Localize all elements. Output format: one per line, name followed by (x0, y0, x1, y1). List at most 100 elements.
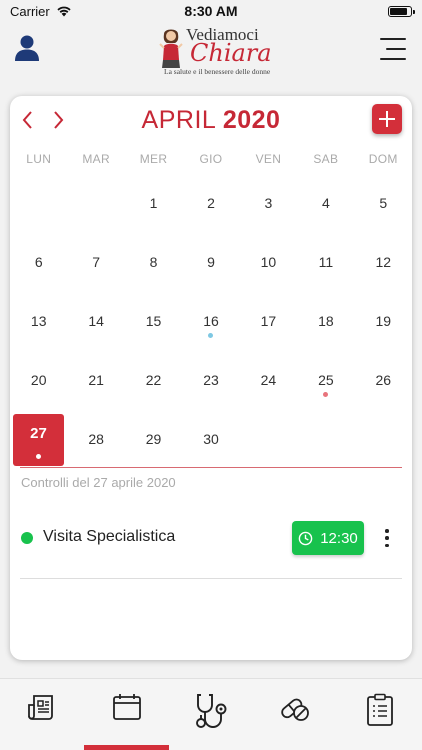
calendar-day-number: 13 (30, 313, 47, 329)
add-event-button[interactable] (372, 104, 402, 134)
calendar-icon (112, 694, 141, 720)
appointment-row[interactable]: Visita Specialistica 12:30 (20, 516, 402, 560)
tab-news[interactable] (0, 679, 84, 750)
calendar-day-number: 9 (207, 254, 215, 270)
tab-calendar[interactable] (84, 679, 168, 750)
calendar-day-number: 21 (88, 372, 104, 388)
tab-visits[interactable] (169, 679, 253, 750)
more-options-icon[interactable] (382, 526, 392, 550)
appointment-time-button[interactable]: 12:30 (292, 521, 364, 555)
calendar-day-number: 17 (260, 313, 277, 329)
calendar-day[interactable]: 16 (182, 292, 239, 350)
calendar-day-number: 28 (88, 431, 104, 447)
month-name: APRIL (141, 106, 216, 134)
calendar-day[interactable]: 6 (10, 233, 67, 291)
carrier-label: Carrier (10, 3, 50, 19)
tab-reports[interactable] (338, 679, 422, 750)
logo-figure-icon (159, 29, 183, 68)
section-divider (20, 467, 402, 468)
tab-medicines[interactable] (253, 679, 337, 750)
calendar-card: APRIL 2020 LUN MAR MER GIO VEN SAB DOM 1… (10, 96, 412, 660)
calendar-day-number: 25 (318, 372, 334, 388)
user-icon[interactable] (14, 34, 40, 62)
weekday-label: VEN (255, 152, 282, 166)
news-icon (28, 695, 54, 720)
appointment-title: Visita Specialistica (43, 528, 176, 545)
calendar-day-number: 5 (379, 195, 388, 211)
dot (385, 536, 389, 540)
calendar-day-number: 8 (149, 254, 158, 270)
calendar-day[interactable]: 2 (182, 174, 239, 232)
calendar-day-number: 16 (203, 313, 219, 329)
calendar-day-number: 11 (318, 254, 334, 270)
controls-date-label: Controlli del 27 aprile 2020 (21, 475, 176, 490)
status-left: Carrier (10, 4, 72, 19)
calendar-day-number: 15 (145, 313, 162, 329)
app-header: Vediamoci Chiara La salute e il benesser… (0, 22, 422, 82)
calendar-day[interactable]: 19 (355, 292, 412, 350)
calendar-day[interactable]: 23 (182, 351, 239, 409)
calendar-day[interactable]: 3 (240, 174, 297, 232)
event-indicator-dot (208, 333, 214, 338)
calendar-day-number: 19 (375, 313, 392, 329)
calendar-day[interactable]: 17 (240, 292, 297, 350)
calendar-day[interactable]: 10 (240, 233, 297, 291)
calendar-day[interactable]: 8 (125, 233, 182, 291)
calendar-day[interactable]: 12 (355, 233, 412, 291)
calendar-day[interactable]: 18 (297, 292, 354, 350)
dot (385, 543, 389, 547)
calendar-day-number: 30 (203, 431, 219, 447)
calendar-day[interactable]: 20 (10, 351, 67, 409)
weekday-header: LUN MAR MER GIO VEN SAB DOM (10, 152, 412, 166)
calendar-day[interactable]: 11 (297, 233, 354, 291)
calendar-day-selected[interactable]: 27 (13, 414, 64, 466)
calendar-day[interactable]: 13 (10, 292, 67, 350)
calendar-day-number: 2 (207, 195, 215, 211)
calendar-day[interactable]: 4 (297, 174, 354, 232)
weekday-label: GIO (199, 152, 223, 166)
calendar-day[interactable]: 5 (355, 174, 412, 232)
menu-line (380, 58, 406, 60)
weekday-label: MER (139, 152, 168, 166)
calendar-day[interactable]: 29 (125, 410, 182, 468)
weekday-label: SAB (313, 152, 339, 166)
app-logo: Vediamoci Chiara La salute e il benesser… (150, 24, 280, 78)
calendar-day[interactable]: 30 (182, 410, 239, 468)
calendar-day[interactable]: 24 (240, 351, 297, 409)
calendar-day[interactable]: 28 (67, 410, 124, 468)
dot (385, 529, 389, 533)
calendar-day-number: 7 (92, 254, 101, 270)
calendar-day[interactable]: 9 (182, 233, 239, 291)
menu-icon[interactable] (380, 38, 406, 60)
calendar-day-number: 23 (203, 372, 219, 388)
wifi-icon (57, 6, 71, 17)
weekday-label: DOM (368, 152, 398, 166)
calendar-day[interactable]: 7 (67, 233, 124, 291)
menu-line (386, 48, 406, 50)
calendar-day-number: 18 (318, 313, 334, 329)
calendar-day-number: 3 (264, 195, 273, 211)
calendar-day[interactable]: 15 (125, 292, 182, 350)
logo-tagline: La salute e il benessere delle donne (164, 67, 271, 76)
pills-icon (281, 698, 310, 721)
clipboard-icon (366, 693, 393, 726)
calendar-day[interactable]: 1 (125, 174, 182, 232)
menu-line (380, 38, 406, 40)
calendar-day-number: 1 (149, 195, 158, 211)
calendar-day-number: 26 (375, 372, 392, 388)
bottom-tab-bar (0, 678, 422, 750)
calendar-day[interactable]: 14 (67, 292, 124, 350)
calendar-day-number: 12 (375, 254, 392, 270)
calendar-day[interactable]: 22 (125, 351, 182, 409)
calendar-day-number: 27 (30, 425, 47, 442)
clock-icon (298, 531, 313, 545)
calendar-day-number: 22 (145, 372, 162, 388)
calendar-day[interactable]: 21 (67, 351, 124, 409)
calendar-day-number: 4 (321, 195, 330, 211)
calendar-day-number: 14 (88, 313, 104, 329)
calendar-day[interactable]: 25 (297, 351, 354, 409)
calendar-day[interactable]: 26 (355, 351, 412, 409)
status-bar: Carrier 8:30 AM (0, 0, 422, 22)
month-year: 2020 (222, 106, 281, 134)
month-title: APRIL 2020 (10, 106, 412, 135)
